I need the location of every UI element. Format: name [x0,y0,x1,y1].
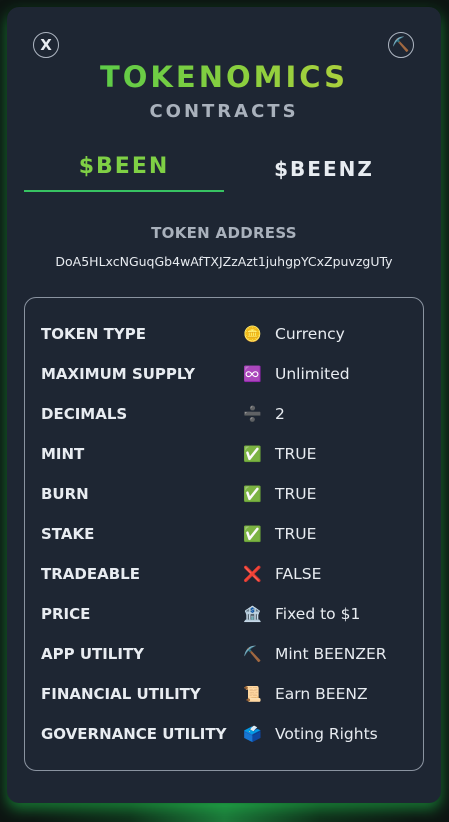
page-subtitle: CONTRACTS [149,101,299,122]
property-label: MINT [41,445,85,463]
check-icon: ✅ [243,525,262,543]
property-value: Unlimited [275,365,350,383]
property-value: TRUE [275,445,317,463]
property-row: TOKEN TYPE 🪙 Currency [41,322,411,346]
ballot-box-icon: 🗳️ [243,725,262,743]
property-value: 2 [275,405,285,423]
tab-beenz[interactable]: $BEENZ [224,157,424,195]
property-value: Voting Rights [275,725,378,743]
property-row: DECIMALS ➗ 2 [41,402,411,426]
property-row: PRICE 🏦 Fixed to $1 [41,602,411,626]
property-value: Currency [275,325,345,343]
pickaxe-icon: ⛏️ [392,37,410,53]
property-row: TRADEABLE ❌ FALSE [41,562,411,586]
tab-been[interactable]: $BEEN [24,154,224,192]
property-label: BURN [41,485,89,503]
check-icon: ✅ [243,445,262,463]
property-row: BURN ✅ TRUE [41,482,411,506]
property-row: MINT ✅ TRUE [41,442,411,466]
close-button[interactable]: X [33,32,59,58]
property-value: Mint BEENZER [275,645,387,663]
property-label: STAKE [41,525,95,543]
scroll-icon: 📜 [243,685,262,703]
property-row: GOVERNANCE UTILITY 🗳️ Voting Rights [41,722,411,746]
token-properties-panel: TOKEN TYPE 🪙 Currency MAXIMUM SUPPLY ♾️ Unlim… [24,297,424,771]
property-row: MAXIMUM SUPPLY ♾️ Unlimited [41,362,411,386]
property-value: Earn BEENZ [275,685,368,703]
token-address-value[interactable]: DoA5HLxcNGuqGb4wAfTXJZzAzt1juhgpYCxZpuvz… [7,254,441,269]
page-title: TOKENOMICS [7,60,441,94]
tokenomics-card: X ⛏️ TOKENOMICS CONTRACTS $BEEN $BEENZ T… [7,7,441,803]
property-label: GOVERNANCE UTILITY [41,725,227,743]
property-label: TOKEN TYPE [41,325,146,343]
pickaxe-button[interactable]: ⛏️ [388,32,414,58]
property-label: MAXIMUM SUPPLY [41,365,195,383]
property-value: FALSE [275,565,322,583]
divide-icon: ➗ [243,405,262,423]
property-row: FINANCIAL UTILITY 📜 Earn BEENZ [41,682,411,706]
property-row: STAKE ✅ TRUE [41,522,411,546]
property-label: PRICE [41,605,91,623]
coin-icon: 🪙 [243,325,262,343]
property-value: Fixed to $1 [275,605,361,623]
property-label: DECIMALS [41,405,128,423]
property-row: APP UTILITY ⛏️ Mint BEENZER [41,642,411,666]
infinity-icon: ♾️ [243,365,262,383]
active-tab-indicator [24,190,224,192]
property-value: TRUE [275,525,317,543]
check-icon: ✅ [243,485,262,503]
property-label: APP UTILITY [41,645,145,663]
pickaxe-icon: ⛏️ [243,645,262,663]
property-label: TRADEABLE [41,565,140,583]
bank-icon: 🏦 [243,605,262,623]
property-value: TRUE [275,485,317,503]
close-icon: X [40,36,52,54]
cross-icon: ❌ [243,565,262,583]
token-address-label: TOKEN ADDRESS [151,224,297,242]
property-label: FINANCIAL UTILITY [41,685,201,703]
